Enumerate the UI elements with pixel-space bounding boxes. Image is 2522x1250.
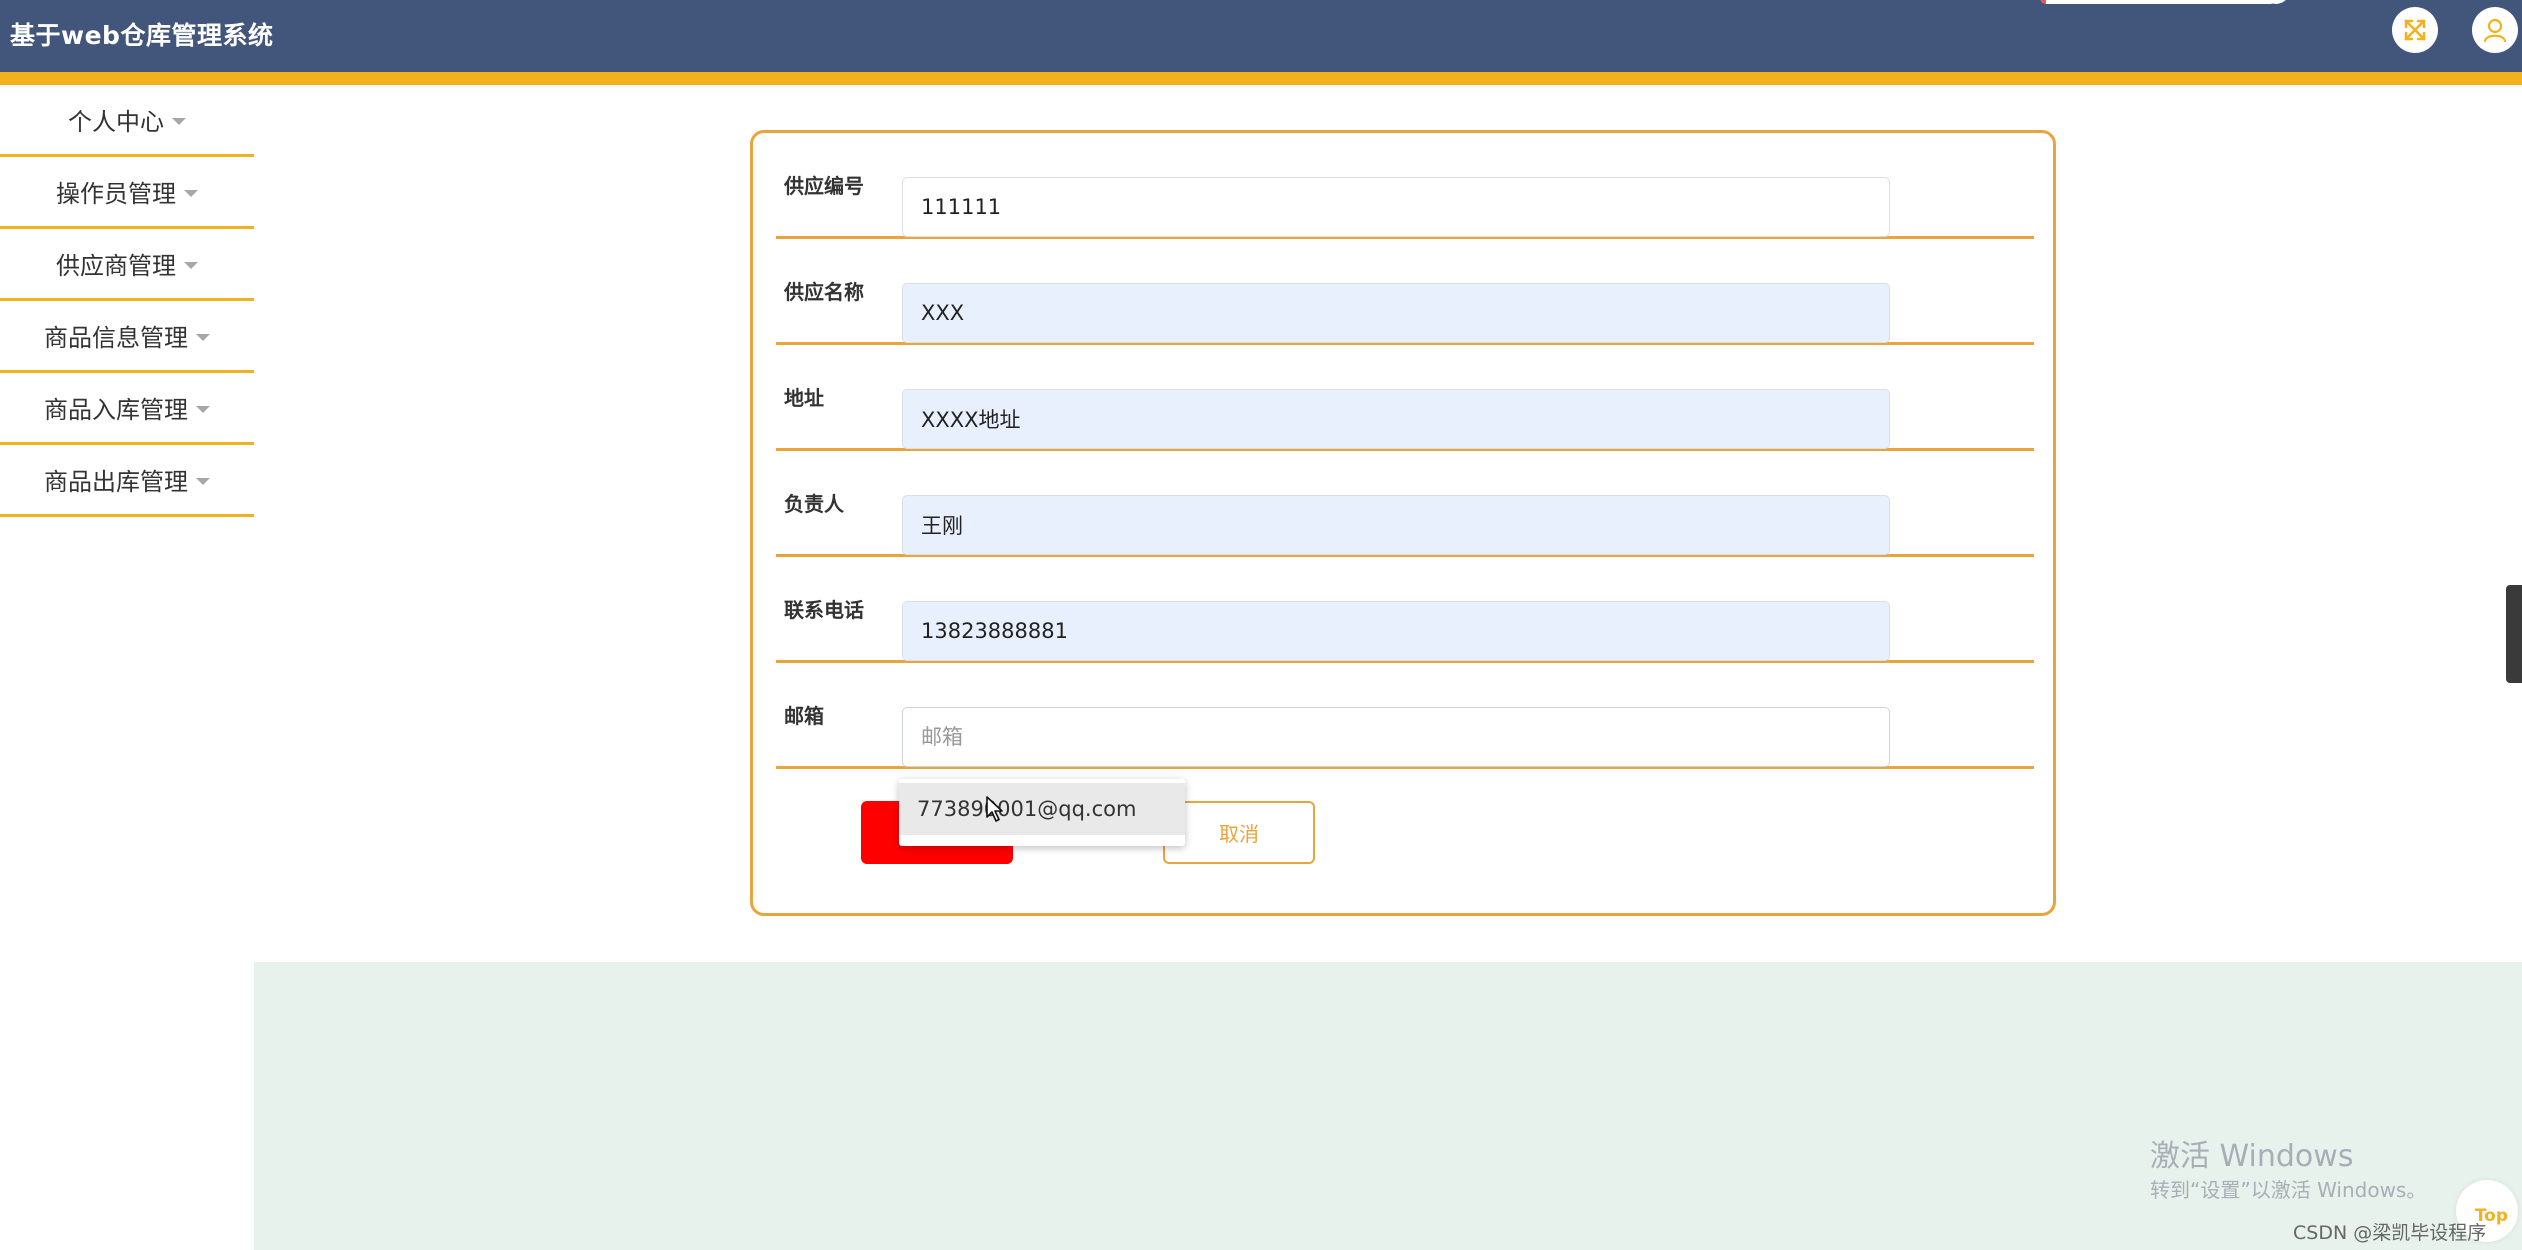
sidebar-item-stock-out-management[interactable]: 商品出库管理 bbox=[0, 445, 254, 517]
caret-down-icon bbox=[196, 334, 210, 341]
side-panel-handle[interactable] bbox=[2506, 585, 2522, 683]
form-label: 供应编号 bbox=[784, 174, 864, 198]
sidebar-item-label: 商品信息管理 bbox=[44, 324, 188, 352]
sidebar-item-label: 个人中心 bbox=[68, 108, 164, 136]
supplier-name-input[interactable] bbox=[902, 283, 1890, 343]
sidebar-item-label: 供应商管理 bbox=[56, 252, 176, 280]
contact-person-input[interactable] bbox=[902, 495, 1890, 555]
sidebar-item-operator-management[interactable]: 操作员管理 bbox=[0, 157, 254, 229]
fullscreen-button[interactable] bbox=[2392, 7, 2438, 53]
sidebar-item-supplier-management[interactable]: 供应商管理 bbox=[0, 229, 254, 301]
top-header: 基于web仓库管理系统 bbox=[0, 0, 2522, 72]
phone-input[interactable] bbox=[902, 601, 1890, 661]
supplier-code-input[interactable] bbox=[902, 177, 1890, 237]
windows-activation-watermark: 激活 Windows 转到“设置”以激活 Windows。 bbox=[2150, 1137, 2426, 1203]
sidebar: 个人中心 操作员管理 供应商管理 商品信息管理 商品入库管理 商品出库管理 bbox=[0, 85, 254, 517]
sidebar-item-label: 商品出库管理 bbox=[44, 468, 188, 496]
email-autocomplete-dropdown: 773890001@qq.com bbox=[899, 779, 1185, 846]
form-label: 负责人 bbox=[784, 492, 844, 516]
email-input[interactable] bbox=[902, 707, 1890, 767]
watermark-subtitle: 转到“设置”以激活 Windows。 bbox=[2150, 1178, 2427, 1202]
header-search-fragment[interactable] bbox=[2040, 0, 2276, 4]
header-accent-bar bbox=[0, 72, 2522, 85]
sidebar-item-label: 操作员管理 bbox=[56, 180, 176, 208]
form-row-address: 地址 bbox=[776, 345, 2034, 451]
form-row-email: 邮箱 bbox=[776, 663, 2034, 769]
user-button[interactable] bbox=[2472, 7, 2518, 53]
form-label: 邮箱 bbox=[784, 704, 824, 728]
caret-down-icon bbox=[196, 406, 210, 413]
csdn-watermark: CSDN @梁凯毕设程序 bbox=[2293, 1222, 2487, 1244]
form-label: 供应名称 bbox=[784, 280, 864, 304]
cancel-button[interactable]: 取消 bbox=[1163, 801, 1315, 864]
form-row-contact-person: 负责人 bbox=[776, 451, 2034, 557]
fullscreen-icon bbox=[2404, 19, 2426, 41]
footer-background bbox=[254, 962, 2522, 1250]
sidebar-item-stock-in-management[interactable]: 商品入库管理 bbox=[0, 373, 254, 445]
mouse-pointer-icon bbox=[986, 796, 1003, 822]
form-row-supplier-code: 供应编号 bbox=[776, 133, 2034, 239]
user-icon bbox=[2483, 18, 2507, 43]
form-row-supplier-name: 供应名称 bbox=[776, 239, 2034, 345]
caret-down-icon bbox=[172, 118, 186, 125]
address-input[interactable] bbox=[902, 389, 1890, 449]
sidebar-item-label: 商品入库管理 bbox=[44, 396, 188, 424]
autocomplete-suggestion[interactable]: 773890001@qq.com bbox=[899, 783, 1185, 835]
caret-down-icon bbox=[184, 262, 198, 269]
form-label: 联系电话 bbox=[784, 598, 864, 622]
app-title: 基于web仓库管理系统 bbox=[10, 21, 274, 50]
form-row-phone: 联系电话 bbox=[776, 557, 2034, 663]
watermark-title: 激活 Windows bbox=[2150, 1139, 2354, 1174]
form-label: 地址 bbox=[784, 386, 824, 410]
caret-down-icon bbox=[196, 478, 210, 485]
sidebar-item-product-info-management[interactable]: 商品信息管理 bbox=[0, 301, 254, 373]
caret-down-icon bbox=[184, 190, 198, 197]
sidebar-item-personal-center[interactable]: 个人中心 bbox=[0, 85, 254, 157]
